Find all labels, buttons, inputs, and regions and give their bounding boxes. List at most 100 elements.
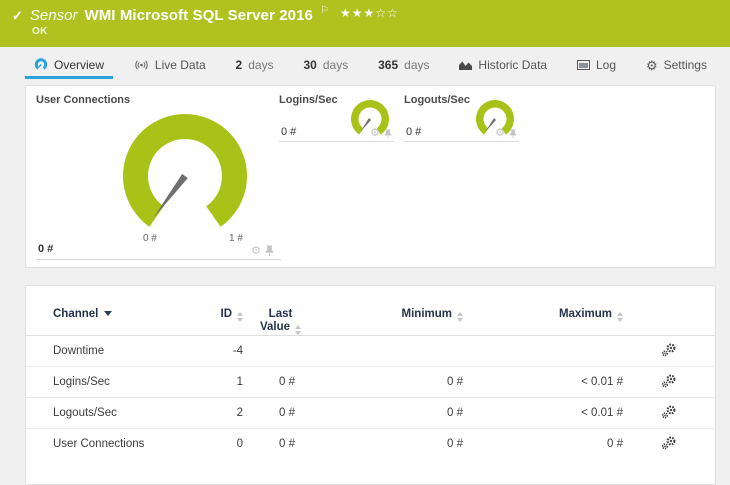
settings-gear-icon: ⚙ — [645, 57, 658, 73]
gauge-settings-gear-icon[interactable]: ⚙ — [495, 128, 505, 139]
sort-icon — [295, 325, 302, 335]
tab-30-days[interactable]: 30 days — [294, 53, 357, 77]
channel-name-cell: Downtime — [53, 345, 105, 357]
channel-name-cell: Logins/Sec — [26, 366, 208, 398]
pin-icon[interactable] — [509, 128, 517, 139]
gauge-settings-gear-icon[interactable]: ⚙ — [370, 128, 380, 139]
channels-table-panel: Channel ID Last Value Minimum Maximum Do… — [25, 285, 716, 485]
channel-settings-gears-icon[interactable] — [661, 405, 677, 419]
pin-icon[interactable] — [265, 245, 274, 257]
column-header-id[interactable]: ID — [208, 286, 243, 336]
table-row-downtime: Downtime -4 — [26, 336, 715, 367]
tab-30-days-number: 30 — [303, 58, 317, 72]
area-chart-icon — [459, 61, 473, 70]
column-header-channel[interactable]: Channel — [26, 286, 208, 336]
gauge-user-connections: User Connections 0 # 1 # 0 # ⚙ — [36, 94, 281, 260]
gauge-logins-sec: Logins/Sec 0 # ⚙ — [279, 94, 394, 142]
channels-table: Channel ID Last Value Minimum Maximum Do… — [26, 286, 715, 459]
channel-id-cell: 2 — [208, 397, 243, 429]
status-ok-check-icon: ✓ — [12, 7, 23, 23]
maximum-cell: 0 # — [463, 428, 623, 459]
gauge-title: Logouts/Sec — [404, 94, 471, 106]
table-row-user-connections: User Connections 0 0 # 0 # 0 # — [26, 428, 715, 459]
gauge-scale-max: 1 # — [229, 233, 243, 244]
stars-empty[interactable]: ☆☆ — [375, 6, 399, 20]
column-header-actions — [623, 286, 715, 336]
gauge-scale-min: 0 # — [143, 233, 157, 244]
column-header-id-label: ID — [220, 308, 233, 320]
sort-desc-icon — [104, 311, 113, 316]
channel-name-cell: User Connections — [26, 428, 208, 459]
tab-live-data-label: Live Data — [154, 58, 206, 72]
sensor-header: ✓ Sensor WMI Microsoft SQL Server 2016 ⚐… — [0, 0, 730, 47]
column-header-channel-label: Channel — [53, 308, 99, 320]
gauge-title: User Connections — [36, 94, 131, 106]
tab-log[interactable]: Log — [568, 53, 625, 77]
pin-icon[interactable] — [384, 128, 392, 139]
sort-icon — [617, 312, 623, 322]
priority-flag-icon[interactable]: ⚐ — [320, 5, 329, 16]
channel-settings-gears-icon[interactable] — [661, 374, 677, 388]
gauge-dial — [123, 114, 247, 227]
channel-id-cell: -4 — [232, 345, 243, 357]
channel-id-cell: 1 — [208, 366, 243, 398]
minimum-cell: 0 # — [318, 366, 463, 398]
gauge-last-value: 0 # — [38, 243, 54, 255]
broadcast-icon — [135, 60, 148, 70]
tab-2-days[interactable]: 2 days — [227, 53, 283, 77]
last-value-cell: 0 # — [243, 428, 318, 459]
column-header-minimum[interactable]: Minimum — [318, 286, 463, 336]
gauge-last-value: 0 # — [281, 126, 297, 138]
tab-live-data[interactable]: Live Data — [125, 53, 215, 77]
sensor-status-badge: OK — [32, 26, 48, 37]
column-header-maximum[interactable]: Maximum — [463, 286, 623, 336]
gauge-settings-gear-icon[interactable]: ⚙ — [251, 245, 261, 257]
tab-overview[interactable]: Overview — [25, 53, 114, 79]
column-header-maximum-label: Maximum — [558, 308, 612, 320]
priority-stars[interactable]: ★★★☆☆ — [340, 6, 399, 20]
tab-overview-label: Overview — [54, 58, 105, 72]
tab-365-days[interactable]: 365 days — [369, 53, 438, 77]
gauge-last-value: 0 # — [406, 126, 422, 138]
tab-settings[interactable]: ⚙ Settings — [637, 53, 716, 77]
tab-historic-data[interactable]: Historic Data — [450, 53, 556, 77]
gauge-title: Logins/Sec — [279, 94, 338, 106]
sort-icon — [457, 312, 463, 322]
channel-settings-gears-icon[interactable] — [661, 343, 677, 357]
sensor-title: WMI Microsoft SQL Server 2016 — [84, 7, 313, 24]
column-header-minimum-label: Minimum — [401, 308, 452, 320]
gauges-panel: User Connections 0 # 1 # 0 # ⚙ Logins/Se… — [25, 85, 716, 268]
log-list-icon — [577, 60, 590, 70]
tab-30-days-label: days — [322, 58, 349, 72]
maximum-cell: < 0.01 # — [463, 366, 623, 398]
channel-name-cell: Logouts/Sec — [26, 397, 208, 429]
table-header-row: Channel ID Last Value Minimum Maximum — [26, 286, 715, 336]
tab-365-days-label: days — [404, 58, 430, 72]
stars-filled[interactable]: ★★★ — [340, 6, 375, 20]
last-value-cell: 0 # — [243, 366, 318, 398]
tab-bar: Overview Live Data 2 days 30 days 365 da… — [25, 53, 716, 79]
table-row-logins-sec: Logins/Sec 1 0 # 0 # < 0.01 # — [26, 366, 715, 398]
column-header-last-value[interactable]: Last Value — [243, 286, 318, 336]
tab-log-label: Log — [596, 58, 617, 72]
minimum-cell: 0 # — [318, 428, 463, 459]
column-header-last-value-label: Last Value — [259, 308, 293, 333]
tab-365-days-number: 365 — [378, 58, 399, 72]
channel-settings-gears-icon[interactable] — [661, 436, 677, 450]
tab-settings-label: Settings — [663, 58, 707, 72]
maximum-cell: < 0.01 # — [463, 397, 623, 429]
tab-historic-data-label: Historic Data — [478, 58, 548, 72]
gauge-logouts-sec: Logouts/Sec 0 # ⚙ — [404, 94, 519, 142]
minimum-cell: 0 # — [318, 397, 463, 429]
table-row-logouts-sec: Logouts/Sec 2 0 # 0 # < 0.01 # — [26, 397, 715, 429]
channel-id-cell: 0 — [208, 428, 243, 459]
gauge-icon — [34, 58, 48, 70]
object-kind-label: Sensor — [29, 7, 78, 24]
tab-2-days-label: days — [248, 58, 274, 72]
sort-icon — [237, 312, 243, 322]
last-value-cell: 0 # — [243, 397, 318, 429]
maximum-cell — [463, 336, 623, 367]
last-value-cell — [243, 336, 318, 367]
minimum-cell — [318, 336, 463, 367]
tab-2-days-number: 2 — [235, 58, 243, 72]
